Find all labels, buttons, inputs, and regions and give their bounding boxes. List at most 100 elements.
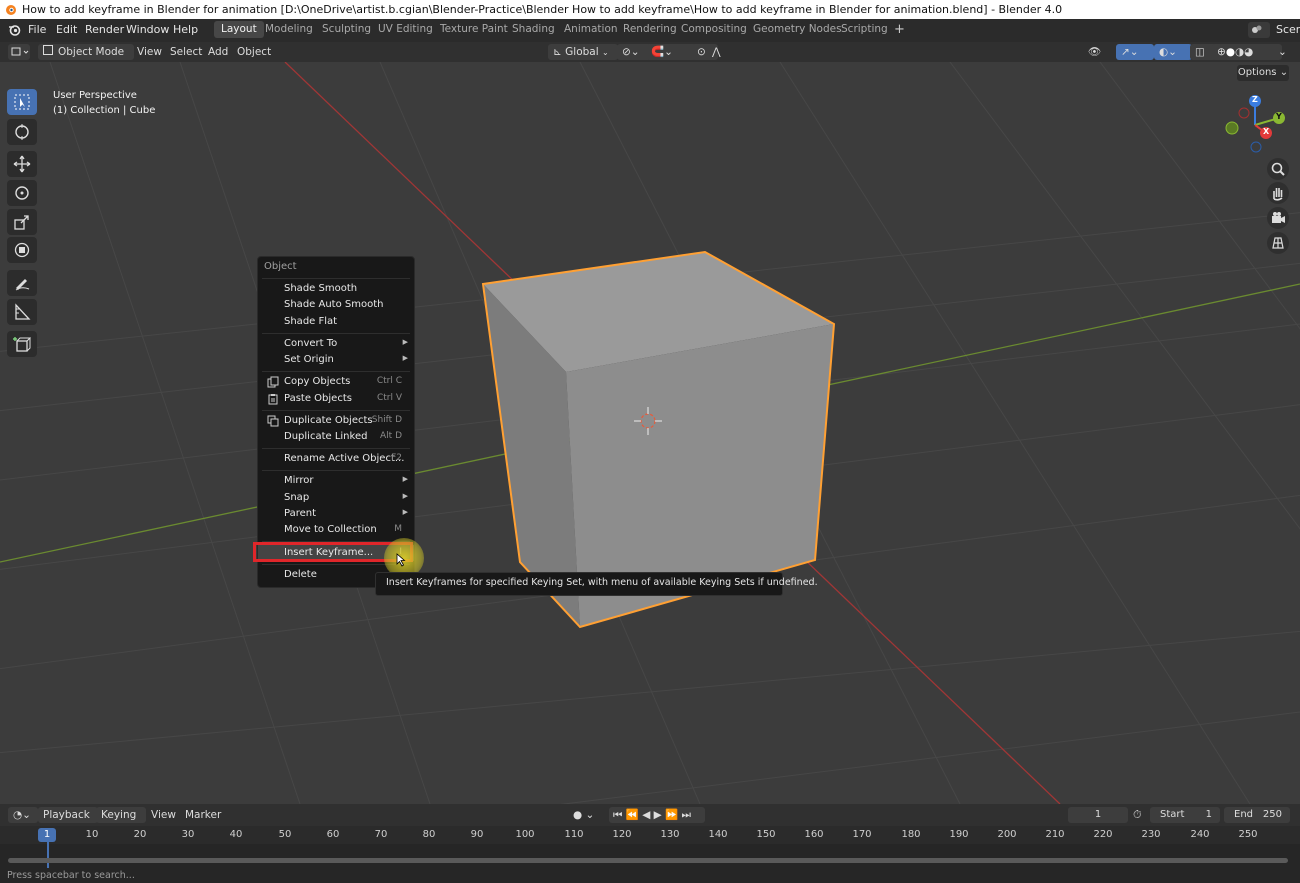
tab-shading[interactable]: Shading: [505, 21, 562, 38]
menu-divider: [262, 278, 410, 279]
snap-icon[interactable]: 🧲⌄: [646, 44, 696, 60]
keying-dropdown[interactable]: Keying ⌄: [96, 807, 146, 837]
playhead-frame-indicator[interactable]: 1: [38, 828, 56, 842]
transform-tool[interactable]: [7, 237, 37, 263]
tab-compositing[interactable]: Compositing: [674, 21, 754, 38]
tab-animation[interactable]: Animation: [557, 21, 625, 38]
perspective-grid-icon[interactable]: [1267, 232, 1289, 254]
3d-cursor-icon: [15, 124, 29, 140]
menu-item-label: Shade Smooth: [284, 283, 358, 294]
editor-type-icon[interactable]: [8, 44, 30, 60]
move-tool[interactable]: [7, 151, 37, 177]
zoom-icon[interactable]: [1267, 158, 1289, 180]
clock-icon[interactable]: ⏱: [1133, 808, 1142, 822]
timeline-scrollbar[interactable]: [8, 858, 1288, 863]
playback-dropdown[interactable]: Playback ⌄: [38, 807, 98, 837]
menu-edit[interactable]: Edit: [56, 23, 77, 36]
jump-to-keyframe-back-icon[interactable]: ⏪: [626, 809, 639, 821]
wireframe-shading-icon[interactable]: ⊕: [1217, 46, 1226, 58]
menu-item-label: Paste Objects: [284, 393, 352, 404]
camera-view-icon[interactable]: [1267, 207, 1289, 229]
shading-mode-icons[interactable]: ⊕●◑◕: [1212, 44, 1282, 60]
overlay-toggle-icon[interactable]: ◐⌄: [1154, 44, 1192, 60]
menu-item-shade-smooth[interactable]: Shade Smooth: [258, 281, 414, 297]
jump-to-end-icon[interactable]: ⏭: [681, 809, 690, 821]
falloff-icon[interactable]: ⋀: [712, 44, 732, 60]
tab-layout[interactable]: Layout: [214, 21, 264, 38]
3d-viewport[interactable]: [0, 62, 1300, 804]
timeline-menu-view[interactable]: View: [151, 807, 176, 823]
menu-item-set-origin[interactable]: Set Origin ▶: [258, 352, 414, 368]
menu-item-shade-flat[interactable]: Shade Flat: [258, 314, 414, 330]
mouse-pointer-icon: [396, 553, 406, 570]
measure-tool[interactable]: [7, 299, 37, 325]
object-mode-label: Object Mode: [58, 46, 125, 58]
add-workspace-button[interactable]: +: [887, 21, 912, 38]
menu-item-paste-objects[interactable]: Paste Objects Ctrl V: [258, 391, 414, 407]
blender-menu-icon[interactable]: [8, 23, 22, 40]
end-frame-field[interactable]: End 250: [1224, 807, 1290, 823]
menu-item-mirror[interactable]: Mirror ▶: [258, 473, 414, 489]
tab-texture-paint[interactable]: Texture Paint: [433, 21, 515, 38]
tab-scripting[interactable]: Scripting: [834, 21, 895, 38]
menu-file[interactable]: File: [28, 23, 46, 36]
menu-window[interactable]: Window: [126, 23, 169, 36]
gizmo-toggle-icon[interactable]: ↗⌄: [1116, 44, 1154, 60]
pan-hand-icon[interactable]: [1267, 182, 1289, 204]
jump-to-keyframe-forward-icon[interactable]: ⏩: [665, 809, 678, 821]
menu-render[interactable]: Render: [85, 23, 124, 36]
header-menu-view[interactable]: View: [137, 44, 162, 60]
menu-divider: [262, 410, 410, 411]
solid-shading-icon[interactable]: ●: [1226, 46, 1235, 58]
menu-item-move-to-collection[interactable]: Move to Collection M: [258, 522, 414, 538]
rendered-shading-icon[interactable]: ◕: [1244, 46, 1253, 58]
timeline-tick: 40: [229, 829, 243, 840]
menu-item-convert-to[interactable]: Convert To ▶: [258, 336, 414, 352]
window-title: How to add keyframe in Blender for anima…: [22, 3, 1063, 16]
auto-keying-record-icon[interactable]: ● ⌄: [573, 807, 595, 823]
shading-options-chevron-icon[interactable]: ⌄: [1278, 44, 1287, 60]
current-frame-field[interactable]: 1: [1068, 807, 1128, 823]
scene-selector-icon[interactable]: [1248, 22, 1270, 38]
tab-sculpting[interactable]: Sculpting: [315, 21, 378, 38]
start-frame-field[interactable]: Start 1: [1150, 807, 1220, 823]
header-menu-object[interactable]: Object: [237, 44, 271, 60]
timeline-ruler[interactable]: 1 10 20 30 40 50 60 70 80 90 100 110 120…: [0, 826, 1300, 844]
rotate-tool[interactable]: [7, 180, 37, 206]
timeline-tick: 50: [278, 829, 292, 840]
menu-item-shade-auto-smooth[interactable]: Shade Auto Smooth: [258, 297, 414, 313]
tab-uv-editing[interactable]: UV Editing: [371, 21, 440, 38]
menu-item-shortcut: M: [394, 524, 402, 534]
object-mode-dropdown[interactable]: Object Mode ⌄: [38, 44, 134, 73]
header-menu-add[interactable]: Add: [208, 44, 228, 60]
menu-item-snap[interactable]: Snap ▶: [258, 490, 414, 506]
cursor-tool[interactable]: [7, 119, 37, 145]
transform-orientation-dropdown[interactable]: ⊾ Global ⌄: [548, 44, 618, 60]
navigation-gizmo[interactable]: Z Y X: [1222, 92, 1288, 158]
menu-item-copy-objects[interactable]: Copy Objects Ctrl C: [258, 374, 414, 390]
timeline-tick: 190: [949, 829, 969, 840]
add-cube-tool[interactable]: [7, 331, 37, 357]
visibility-icon[interactable]: 👁⌄: [1088, 44, 1110, 74]
material-shading-icon[interactable]: ◑: [1235, 46, 1244, 58]
select-box-tool[interactable]: [7, 89, 37, 115]
annotate-tool[interactable]: [7, 270, 37, 296]
menu-item-parent[interactable]: Parent ▶: [258, 506, 414, 522]
timeline-menu-marker[interactable]: Marker: [185, 807, 221, 823]
timeline-tick: 250: [1238, 829, 1258, 840]
menu-item-rename-active-object[interactable]: Rename Active Object... F2: [258, 451, 414, 467]
timeline-editor-type-icon[interactable]: ◔⌄: [8, 807, 38, 823]
jump-to-start-icon[interactable]: ⏮: [613, 809, 622, 821]
start-frame-value: 1: [1205, 809, 1212, 820]
menu-item-duplicate-objects[interactable]: Duplicate Objects Shift D: [258, 413, 414, 429]
scene-name[interactable]: Scene: [1276, 23, 1300, 36]
tooltip-text: Insert Keyframes for specified Keying Se…: [386, 577, 818, 588]
options-dropdown[interactable]: Options ⌄: [1237, 65, 1289, 81]
header-menu-select[interactable]: Select: [170, 44, 202, 60]
menu-item-duplicate-linked[interactable]: Duplicate Linked Alt D: [258, 429, 414, 445]
scale-tool[interactable]: [7, 209, 37, 235]
tab-modeling[interactable]: Modeling: [258, 21, 320, 38]
play-reverse-icon[interactable]: ◀: [642, 809, 650, 821]
play-icon[interactable]: ▶: [654, 809, 662, 821]
menu-help[interactable]: Help: [173, 23, 198, 36]
